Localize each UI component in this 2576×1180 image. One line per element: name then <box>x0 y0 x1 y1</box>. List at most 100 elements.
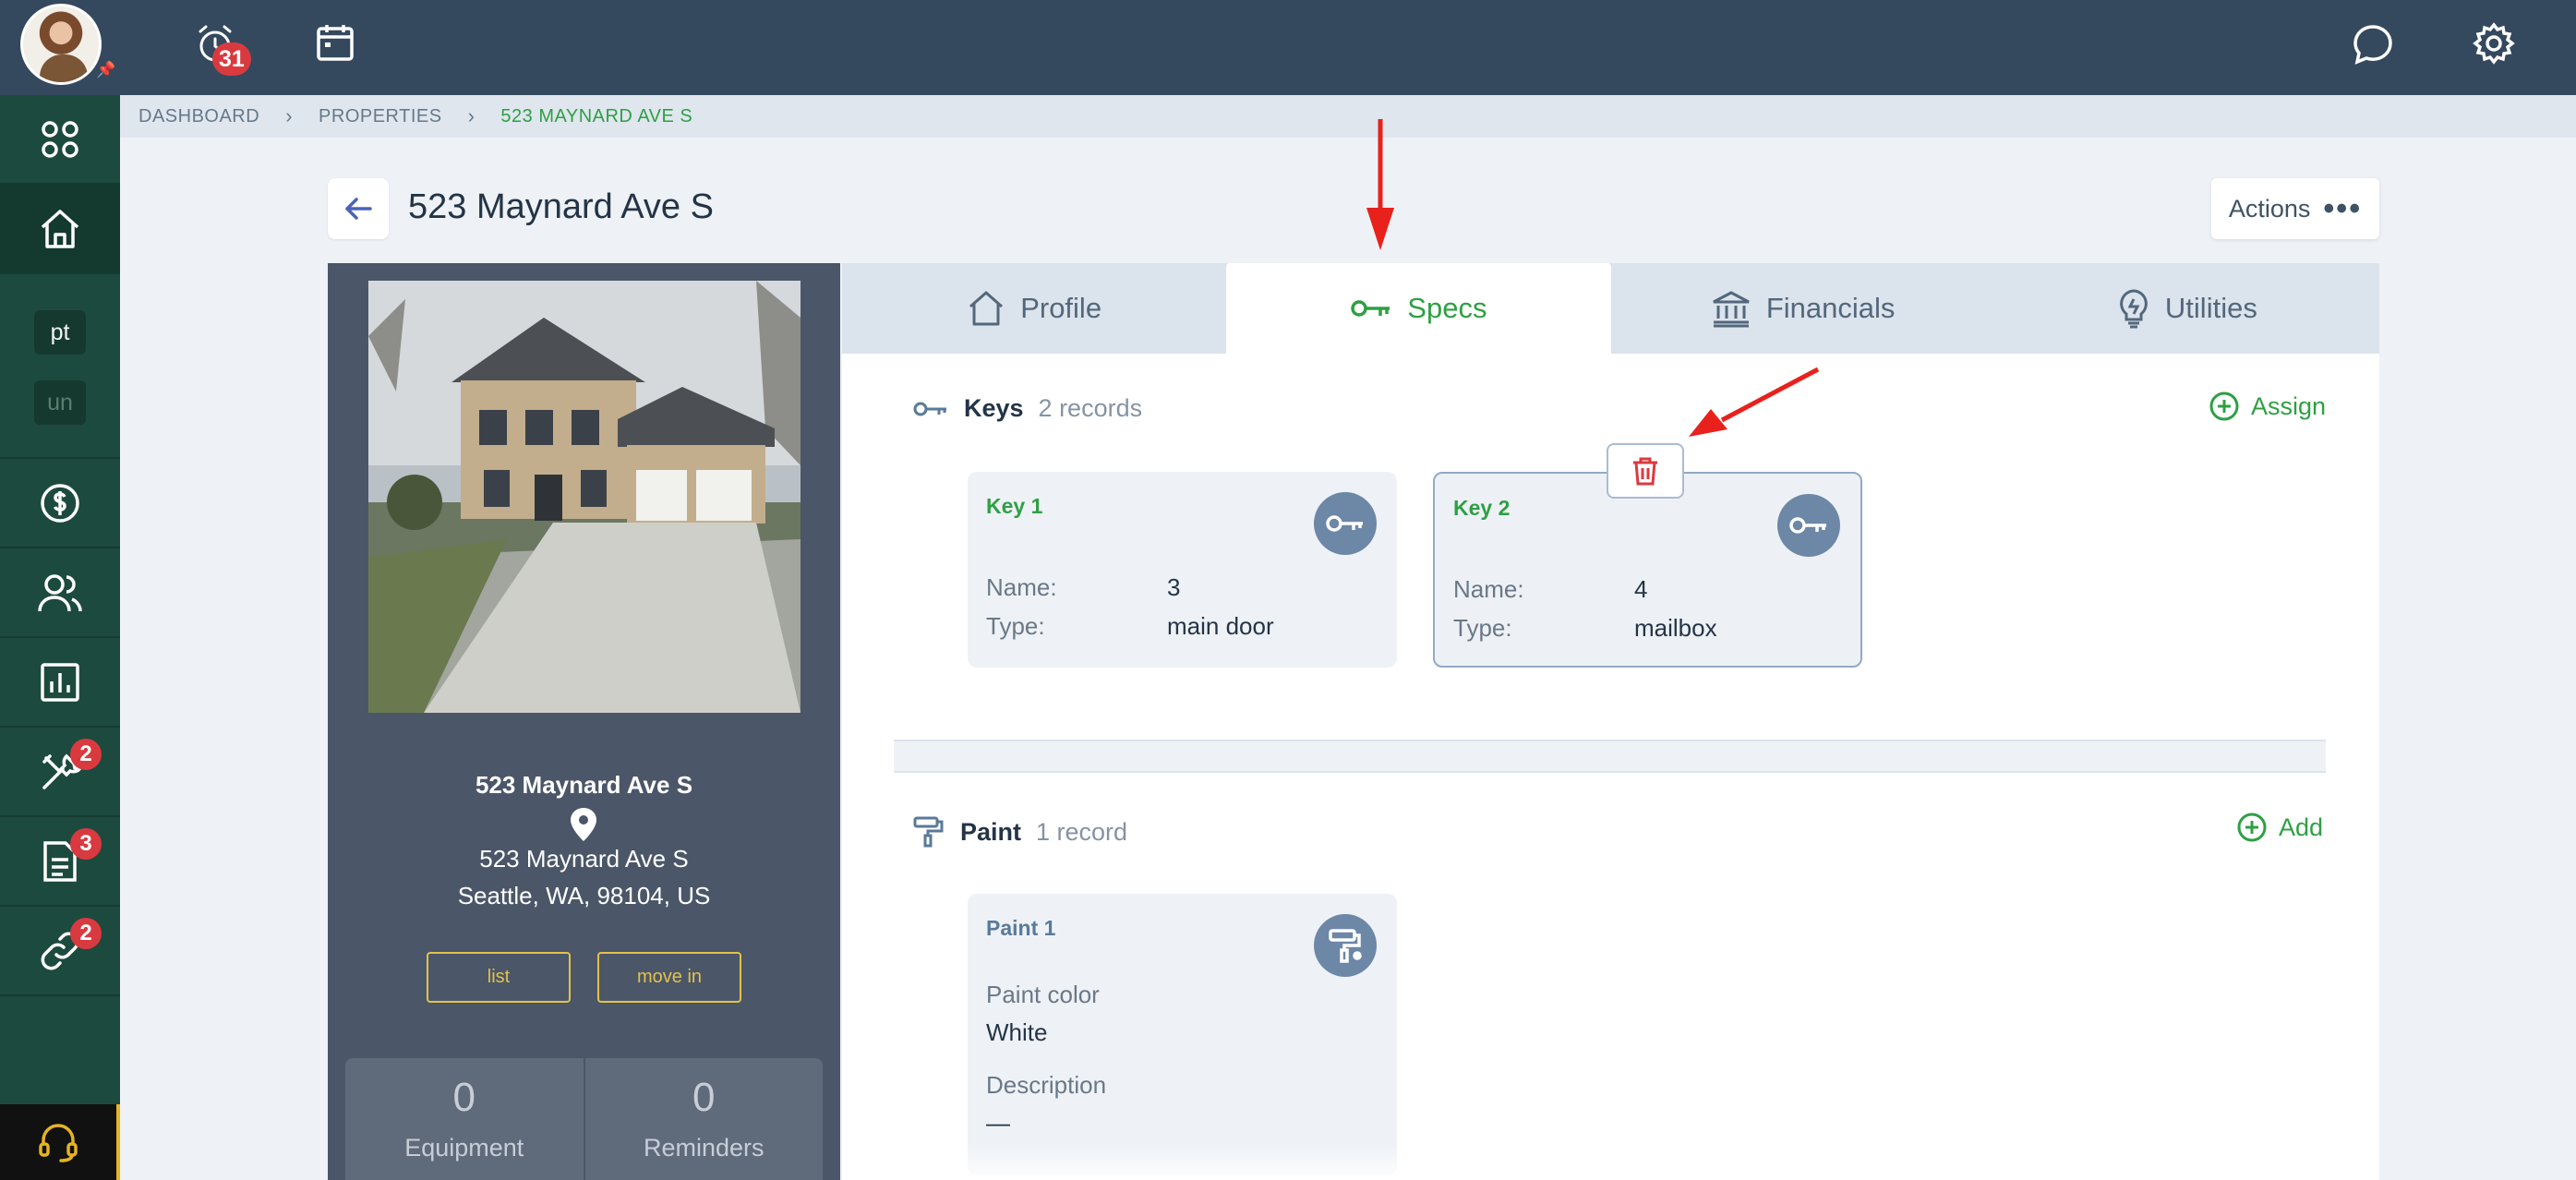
top-bar: 📌 31 <box>0 0 2576 95</box>
key-type-row: Type: main door <box>986 612 1274 641</box>
delete-key-button[interactable] <box>1607 443 1684 499</box>
paint-color-value: White <box>986 1018 1048 1046</box>
keys-section-title: Keys <box>964 394 1024 422</box>
key-icon <box>1777 494 1840 557</box>
more-dots-icon: ••• <box>2323 191 2363 226</box>
paint-card-1[interactable]: Paint 1 Paint color White Description — <box>968 894 1397 1175</box>
key-name-value: 4 <box>1634 575 1648 603</box>
apps-grid-icon <box>42 120 78 158</box>
breadcrumb-properties[interactable]: PROPERTIES <box>319 106 442 127</box>
sidebar-item-pt[interactable]: pt <box>0 297 120 367</box>
tab-financials[interactable]: Financials <box>1611 263 1995 354</box>
key-icon <box>1351 300 1390 317</box>
tab-specs[interactable]: Specs <box>1226 263 1611 354</box>
page-title: 523 Maynard Ave S <box>408 187 714 226</box>
move-in-button[interactable]: move in <box>597 952 741 1003</box>
tab-profile-label: Profile <box>1020 292 1102 324</box>
chat-icon[interactable] <box>2345 17 2401 72</box>
tab-utilities[interactable]: Utilities <box>1995 263 2379 354</box>
key-name-value: 3 <box>1167 573 1181 601</box>
add-paint-button[interactable]: Add <box>2236 812 2323 843</box>
location-pin-icon <box>568 806 599 848</box>
sidebar-item-reports[interactable] <box>0 638 120 728</box>
stat-reminders[interactable]: 0 Reminders <box>583 1058 824 1180</box>
stat-equipment-value: 0 <box>452 1075 475 1120</box>
people-icon <box>38 573 82 611</box>
headset-icon <box>39 1124 78 1162</box>
key-card-1[interactable]: Key 1 Name: 3 Type: main door <box>968 472 1397 668</box>
actions-button[interactable]: Actions ••• <box>2211 178 2379 239</box>
house-icon <box>969 291 1004 326</box>
key-name-label: Name: <box>1453 575 1524 603</box>
address-line-1: 523 Maynard Ave S <box>479 845 689 873</box>
specs-content: Keys 2 records Assign Key 1 Name: 3 Type:… <box>842 354 2379 1180</box>
paint-section-title: Paint <box>960 817 1022 846</box>
key-card-2[interactable]: Key 2 Name: 4 Type: mailbox <box>1433 472 1862 668</box>
stat-equipment-label: Equipment <box>404 1134 524 1162</box>
key-name-row: Name: 3 <box>986 573 1180 602</box>
sidebar-item-un[interactable]: un <box>0 367 120 438</box>
arrow-left-icon <box>345 198 372 220</box>
paint-description-label: Description <box>986 1071 1107 1099</box>
plus-circle-icon <box>2209 391 2239 421</box>
scroll-fade <box>842 1143 2379 1180</box>
alarm-badge: 31 <box>212 42 251 76</box>
lightbulb-icon <box>2120 289 2148 329</box>
pin-icon: 📌 <box>96 61 116 78</box>
property-photo <box>368 281 800 713</box>
chevron-right-icon: › <box>285 104 294 127</box>
keys-section-count: 2 records <box>1038 394 1143 422</box>
tab-bar: Profile Specs Financials Utilities <box>842 263 2379 354</box>
add-paint-label: Add <box>2279 813 2324 841</box>
bar-chart-icon <box>41 662 79 702</box>
key-name-label: Name: <box>986 573 1057 601</box>
keys-section-header: Keys 2 records <box>912 394 1142 423</box>
stat-reminders-label: Reminders <box>643 1134 764 1162</box>
section-divider <box>894 740 2326 773</box>
key-type-value: main door <box>1167 612 1274 640</box>
address-line-2: Seattle, WA, 98104, US <box>457 882 711 909</box>
plus-circle-icon <box>2237 813 2267 842</box>
sidebar-item-home[interactable] <box>0 185 120 274</box>
user-avatar[interactable] <box>20 4 102 85</box>
tab-utilities-label: Utilities <box>2164 292 2257 324</box>
paint-color-label: Paint color <box>986 981 1100 1008</box>
key-card-title: Key 2 <box>1453 496 1511 520</box>
property-panel: 523 Maynard Ave S 523 Maynard Ave S Seat… <box>328 263 840 1180</box>
sidebar-badge-documents: 3 <box>70 828 102 860</box>
tab-specs-label: Specs <box>1407 292 1487 324</box>
key-type-row: Type: mailbox <box>1453 614 1717 643</box>
key-icon <box>913 402 946 415</box>
sidebar-badge-links: 2 <box>70 918 102 949</box>
home-icon <box>41 209 79 248</box>
list-button[interactable]: list <box>427 952 571 1003</box>
bank-icon <box>1713 291 1750 328</box>
sidebar-item-apps[interactable] <box>0 95 120 185</box>
back-button[interactable] <box>328 178 389 239</box>
sidebar-item-links[interactable]: 2 <box>0 907 120 996</box>
sidebar-badge-tools: 2 <box>70 739 102 770</box>
sidebar-item-people[interactable] <box>0 548 120 638</box>
sidebar: pt un 2 3 2 <box>0 95 120 1180</box>
settings-gear-icon[interactable] <box>2465 15 2522 72</box>
sidebar-pill-pt: pt <box>34 310 86 355</box>
sidebar-item-maintenance[interactable]: 2 <box>0 728 120 817</box>
sidebar-item-finance[interactable] <box>0 459 120 548</box>
tab-financials-label: Financials <box>1765 292 1896 324</box>
dollar-icon <box>41 483 79 523</box>
calendar-icon[interactable] <box>309 17 361 68</box>
support-button[interactable] <box>0 1104 120 1180</box>
key-card-title: Key 1 <box>986 494 1043 518</box>
breadcrumb-dashboard[interactable]: DASHBOARD <box>138 106 259 127</box>
sidebar-item-documents[interactable]: 3 <box>0 817 120 907</box>
chevron-right-icon: › <box>467 104 475 127</box>
tab-profile[interactable]: Profile <box>842 263 1226 354</box>
stat-equipment[interactable]: 0 Equipment <box>345 1058 584 1180</box>
paint-section-count: 1 record <box>1036 817 1128 846</box>
sidebar-pill-un: un <box>34 380 86 425</box>
key-name-row: Name: 4 <box>1453 575 1647 604</box>
assign-button[interactable]: Assign <box>2209 391 2326 422</box>
breadcrumb-current: 523 MAYNARD AVE S <box>500 105 693 126</box>
key-type-label: Type: <box>1453 614 1512 642</box>
stat-reminders-value: 0 <box>692 1075 716 1120</box>
